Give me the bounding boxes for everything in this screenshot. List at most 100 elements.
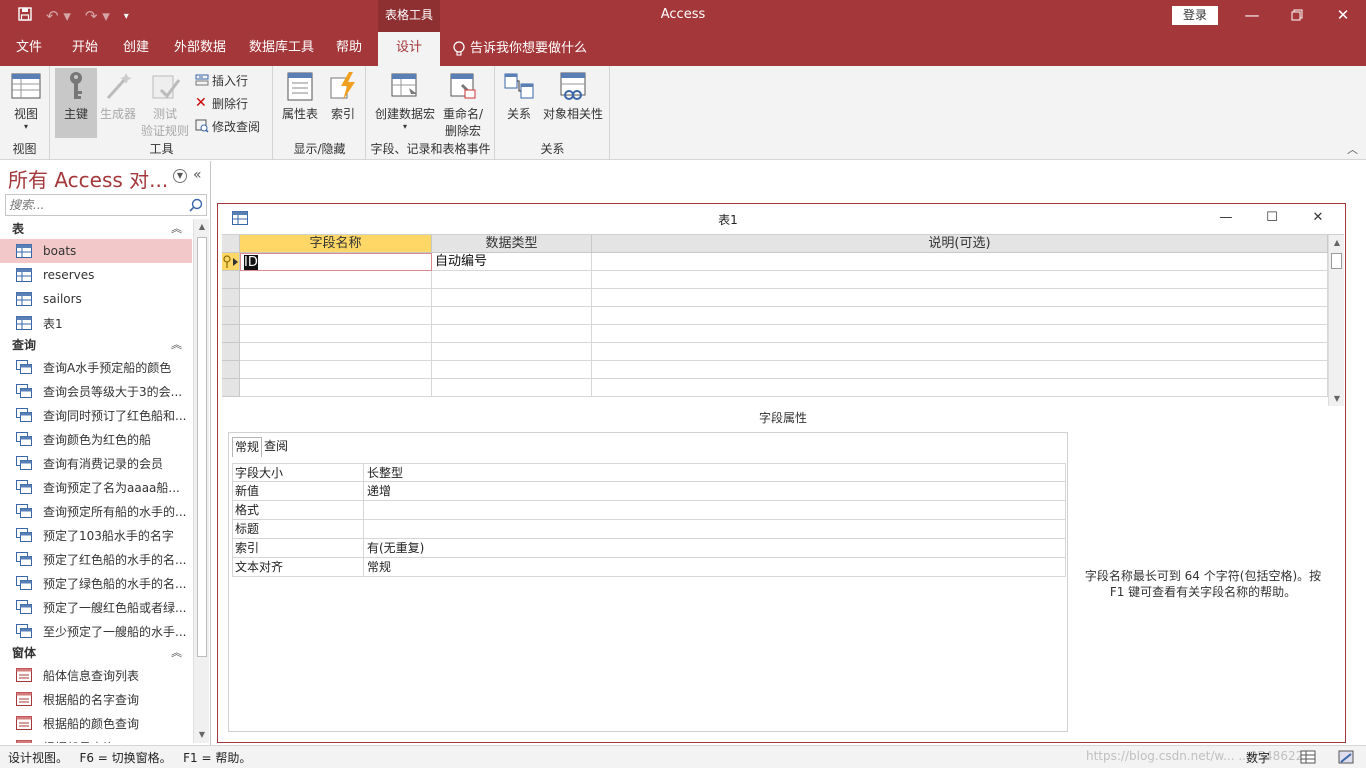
nav-pane-title[interactable]: 所有 Access 对...: [8, 164, 168, 193]
grid-cell-desc[interactable]: [592, 271, 1328, 289]
doc-maximize-icon[interactable]: ☐: [1262, 209, 1282, 229]
nav-item-query[interactable]: 预定了红色船的水手的名...: [0, 547, 192, 571]
row-selector[interactable]: [222, 379, 240, 397]
nav-group-header-forms[interactable]: 窗体 ︽: [0, 643, 192, 663]
grid-cell-field[interactable]: [240, 343, 432, 361]
collapse-ribbon-icon[interactable]: ︿: [1347, 141, 1358, 157]
grid-cell-desc[interactable]: [592, 289, 1328, 307]
grid-cell-field[interactable]: [240, 379, 432, 397]
nav-item-query[interactable]: 查询会员等级大于3的会...: [0, 379, 192, 403]
view-button[interactable]: 视图 ▾: [6, 70, 46, 131]
nav-item-form[interactable]: 船体信息查询列表: [0, 663, 192, 687]
datasheet-view-icon[interactable]: [1300, 749, 1316, 765]
grid-cell-type[interactable]: [432, 307, 592, 325]
builder-button[interactable]: 生成器: [99, 70, 137, 122]
property-sheet-button[interactable]: 属性表: [278, 70, 322, 122]
nav-item-query[interactable]: 预定了一艘红色船或者绿...: [0, 595, 192, 619]
row-selector[interactable]: [222, 325, 240, 343]
nav-item-form[interactable]: 根据船号查询: [0, 735, 192, 743]
relationships-button[interactable]: 关系: [502, 70, 536, 122]
tab-database-tools[interactable]: 数据库工具: [245, 32, 318, 66]
row-selector[interactable]: [222, 307, 240, 325]
undo-icon[interactable]: ↶ ▾: [46, 7, 71, 25]
grid-cell-type[interactable]: [432, 289, 592, 307]
tab-create[interactable]: 创建: [119, 32, 153, 66]
nav-menu-chevron-icon[interactable]: ▼: [173, 169, 187, 183]
grid-scrollbar[interactable]: ▲ ▼: [1328, 235, 1344, 406]
tab-lookup[interactable]: 查阅: [262, 437, 290, 457]
grid-cell-field[interactable]: [240, 307, 432, 325]
design-view-icon[interactable]: [1338, 749, 1354, 765]
tab-general[interactable]: 常规: [232, 437, 263, 457]
grid-cell-desc[interactable]: [592, 361, 1328, 379]
nav-item-table[interactable]: 表1: [0, 311, 192, 335]
nav-item-table[interactable]: boats: [0, 239, 192, 263]
object-dependencies-button[interactable]: 对象相关性: [540, 70, 606, 122]
column-header-description[interactable]: 说明(可选): [592, 235, 1328, 253]
indexes-button[interactable]: 索引: [326, 70, 360, 122]
nav-scrollbar[interactable]: ▲ ▼: [193, 219, 209, 743]
row-selector[interactable]: [222, 361, 240, 379]
grid-cell-field[interactable]: [240, 325, 432, 343]
grid-cell-field[interactable]: [240, 361, 432, 379]
grid-cell-desc[interactable]: [592, 379, 1328, 397]
scroll-down-icon[interactable]: ▼: [1329, 391, 1344, 406]
nav-item-query[interactable]: 查询预定所有船的水手的...: [0, 499, 192, 523]
nav-item-query[interactable]: 查询同时预订了红色船和...: [0, 403, 192, 427]
primary-key-button[interactable]: 主键: [55, 68, 97, 138]
doc-close-icon[interactable]: ✕: [1308, 209, 1328, 229]
property-value[interactable]: 有(无重复): [364, 539, 1066, 557]
grid-cell-desc[interactable]: [592, 343, 1328, 361]
grid-cell-type[interactable]: [432, 325, 592, 343]
grid-cell-field[interactable]: [240, 271, 432, 289]
property-value[interactable]: [364, 520, 1066, 538]
nav-collapse-icon[interactable]: «: [193, 167, 202, 183]
row-selector[interactable]: [222, 289, 240, 307]
grid-cell-type[interactable]: [432, 379, 592, 397]
property-value[interactable]: 长整型: [364, 464, 1066, 481]
customize-qat-icon[interactable]: ▾: [124, 11, 129, 22]
nav-item-form[interactable]: 根据船的名字查询: [0, 687, 192, 711]
nav-item-query[interactable]: 预定了绿色船的水手的名...: [0, 571, 192, 595]
nav-item-query[interactable]: 预定了103船水手的名字: [0, 523, 192, 547]
nav-item-query[interactable]: 查询颜色为红色的船: [0, 427, 192, 451]
save-icon[interactable]: [18, 7, 32, 25]
minimize-icon[interactable]: —: [1240, 4, 1264, 28]
nav-item-form[interactable]: 根据船的颜色查询: [0, 711, 192, 735]
grid-cell-type[interactable]: 自动编号: [432, 253, 592, 271]
restore-icon[interactable]: [1285, 4, 1309, 28]
row-selector[interactable]: [222, 271, 240, 289]
scroll-up-icon[interactable]: ▲: [1329, 235, 1344, 251]
grid-cell-desc[interactable]: [592, 325, 1328, 343]
redo-icon[interactable]: ↷ ▾: [85, 7, 110, 25]
create-data-macros-button[interactable]: 创建数据宏 ▾: [373, 70, 437, 131]
property-value[interactable]: 递增: [364, 482, 1066, 500]
grid-cell-type[interactable]: [432, 271, 592, 289]
rename-delete-macro-button[interactable]: 重命名/ 删除宏: [439, 70, 487, 139]
nav-item-table[interactable]: reserves: [0, 263, 192, 287]
modify-lookups-button[interactable]: 修改查阅: [195, 116, 260, 136]
test-validation-rules-button[interactable]: 测试 验证规则: [139, 70, 191, 139]
grid-cell-field[interactable]: [240, 289, 432, 307]
scroll-thumb[interactable]: [197, 237, 207, 657]
login-button[interactable]: 登录: [1172, 6, 1218, 25]
nav-item-query[interactable]: 查询预定了名为aaaa船...: [0, 475, 192, 499]
scroll-down-icon[interactable]: ▼: [194, 727, 210, 743]
nav-item-query[interactable]: 查询A水手预定船的颜色: [0, 355, 192, 379]
tab-design[interactable]: 设计: [378, 32, 440, 66]
nav-group-header-queries[interactable]: 查询 ︽: [0, 335, 192, 355]
search-icon[interactable]: [189, 198, 203, 212]
column-header-field-name[interactable]: 字段名称: [240, 235, 432, 253]
tab-file[interactable]: 文件: [12, 32, 46, 66]
property-value[interactable]: [364, 501, 1066, 519]
column-header-data-type[interactable]: 数据类型: [432, 235, 592, 253]
grid-cell-field[interactable]: ID: [240, 253, 432, 271]
row-selector[interactable]: [222, 253, 240, 271]
nav-item-query[interactable]: 查询有消费记录的会员: [0, 451, 192, 475]
nav-group-header-tables[interactable]: 表 ︽: [0, 219, 192, 239]
delete-rows-button[interactable]: ✕ 删除行: [195, 93, 248, 113]
property-value[interactable]: 常规: [364, 558, 1066, 576]
grid-cell-desc[interactable]: [592, 307, 1328, 325]
nav-item-query[interactable]: 至少预定了一艘船的水手...: [0, 619, 192, 643]
tab-external-data[interactable]: 外部数据: [170, 32, 230, 66]
